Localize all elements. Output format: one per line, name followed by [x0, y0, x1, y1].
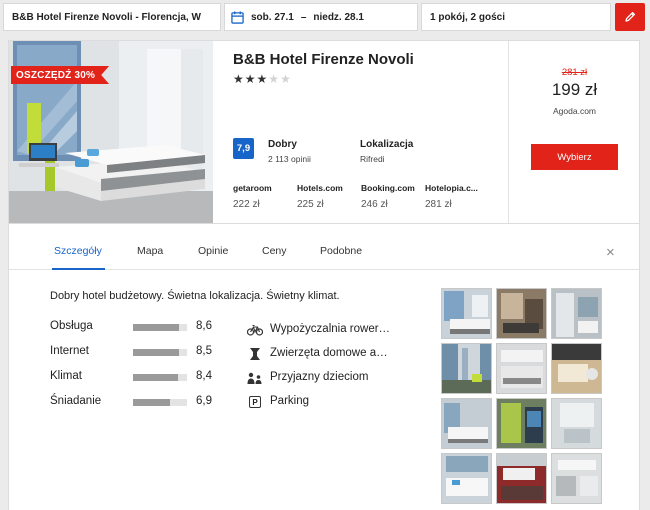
parking-glyph: P [249, 396, 261, 408]
gallery-thumbnail[interactable] [551, 453, 602, 504]
score-label: Internet [50, 345, 89, 357]
review-summary: Dobry hotel budżetowy. Świetna lokalizac… [50, 290, 340, 302]
guests-field[interactable]: 1 pokój, 2 gości [421, 3, 611, 31]
score-bar [133, 399, 187, 406]
amenity-item: Przyjazny dzieciom [247, 369, 417, 387]
score-bar [133, 349, 187, 356]
tab-reviews[interactable]: Opinie [198, 245, 228, 257]
gallery-thumbnail[interactable] [441, 343, 492, 394]
score-value: 8,4 [196, 370, 212, 382]
gallery-thumbnail[interactable] [496, 343, 547, 394]
rating-score-badge: 7,9 [233, 138, 254, 159]
score-row: Śniadanie 6,9 [50, 393, 230, 411]
score-row: Obsługa 8,6 [50, 318, 230, 336]
location-value: Rifredi [360, 154, 385, 164]
photo-gallery [441, 288, 603, 508]
score-label: Klimat [50, 370, 82, 382]
partner-name: Hotelopia.c... [425, 183, 478, 193]
hotel-photo[interactable]: OSZCZĘDŹ 30% [9, 41, 213, 223]
rating-count[interactable]: 2 113 opinii [268, 154, 311, 164]
amenity-item: Zwierzęta domowe a… [247, 345, 417, 363]
calendar-icon [231, 10, 244, 24]
details-panel: Szczegóły Mapa Opinie Ceny Podobne × Dob… [8, 224, 640, 510]
score-label: Śniadanie [50, 395, 102, 407]
partner-price: 281 zł [425, 199, 452, 210]
dates-field[interactable]: sob. 27.1 – niedz. 28.1 [224, 3, 418, 31]
discount-badge: OSZCZĘDŹ 30% [11, 66, 110, 84]
location-label: Lokalizacja [360, 139, 414, 150]
pencil-icon [625, 11, 636, 22]
tab-details[interactable]: Szczegóły [54, 245, 102, 257]
gallery-thumbnail[interactable] [496, 288, 547, 339]
amenity-label: Parking [270, 395, 309, 407]
amenity-item: Wypożyczalnia rower… [247, 321, 417, 339]
amenity-label: Wypożyczalnia rower… [270, 323, 391, 335]
gallery-thumbnail[interactable] [551, 343, 602, 394]
search-bar: B&B Hotel Firenze Novoli - Florencja, W … [0, 0, 650, 34]
gallery-thumbnail[interactable] [496, 453, 547, 504]
current-price: 199 zł [551, 80, 598, 99]
gallery-thumbnail[interactable] [441, 453, 492, 504]
destination-field[interactable]: B&B Hotel Firenze Novoli - Florencja, W [3, 3, 221, 31]
old-price: 281 zł [561, 67, 588, 78]
score-value: 8,6 [196, 320, 212, 332]
star-icon: ★ [268, 72, 281, 86]
gallery-thumbnail[interactable] [441, 398, 492, 449]
close-icon[interactable]: × [606, 244, 615, 261]
checkout-date: niedz. 28.1 [313, 11, 364, 23]
gallery-thumbnail[interactable] [441, 288, 492, 339]
star-icon: ★ [280, 72, 292, 86]
active-tab-indicator [52, 268, 105, 270]
checkin-date: sob. 27.1 [251, 11, 294, 23]
tab-similar[interactable]: Podobne [320, 245, 362, 257]
partner-offer[interactable]: Hotelopia.c... 281 zł [425, 183, 505, 210]
score-bar [133, 374, 187, 381]
score-bar [133, 324, 187, 331]
pet-icon [247, 347, 263, 361]
star-icon: ★ [233, 72, 245, 86]
bicycle-icon [247, 323, 263, 337]
gallery-thumbnail[interactable] [496, 398, 547, 449]
amenity-item: P Parking [247, 393, 417, 411]
choose-button[interactable]: Wybierz [531, 144, 618, 170]
score-label: Obsługa [50, 320, 93, 332]
star-icon: ★ [256, 72, 269, 86]
score-value: 6,9 [196, 395, 212, 407]
rating-label: Dobry [268, 139, 297, 150]
tab-map[interactable]: Mapa [137, 245, 163, 257]
family-icon [247, 371, 263, 385]
gallery-thumbnail[interactable] [551, 288, 602, 339]
price-panel: 281 zł 199 zł Agoda.com Wybierz [508, 41, 639, 223]
star-icon: ★ [244, 72, 257, 86]
amenity-label: Przyjazny dzieciom [270, 371, 369, 383]
date-separator: – [300, 11, 307, 23]
edit-search-button[interactable] [615, 3, 645, 31]
tab-prices[interactable]: Ceny [262, 245, 287, 257]
hotel-card: OSZCZĘDŹ 30% B&B Hotel Firenze Novoli ★★… [8, 40, 640, 224]
parking-icon: P [247, 395, 263, 409]
amenity-label: Zwierzęta domowe a… [270, 347, 388, 359]
price-provider: Agoda.com [553, 106, 596, 116]
score-value: 8,5 [196, 345, 212, 357]
score-row: Klimat 8,4 [50, 368, 230, 386]
star-rating: ★★★★★ [233, 72, 292, 86]
gallery-thumbnail[interactable] [551, 398, 602, 449]
score-row: Internet 8,5 [50, 343, 230, 361]
hotel-name[interactable]: B&B Hotel Firenze Novoli [233, 51, 414, 68]
